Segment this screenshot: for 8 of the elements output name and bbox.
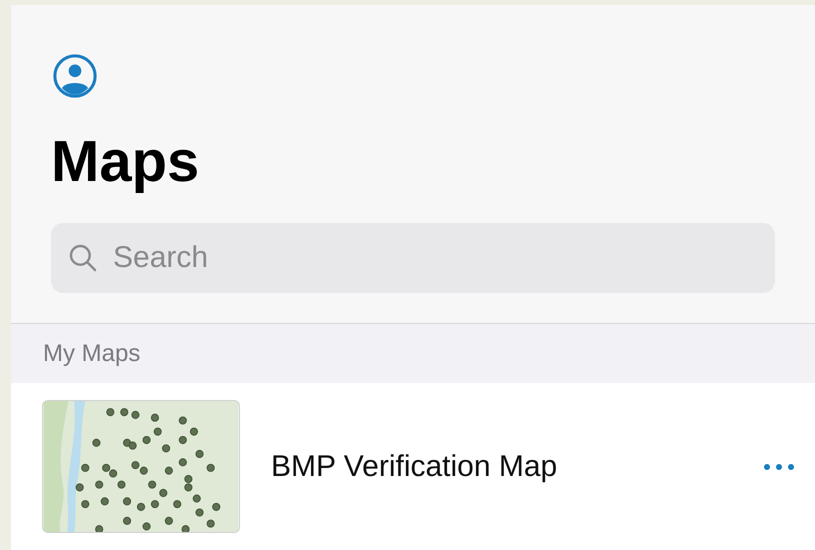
more-icon [763, 462, 795, 470]
map-list-item[interactable]: BMP Verification Map [11, 383, 815, 550]
profile-icon[interactable] [52, 53, 98, 99]
search-icon [67, 242, 99, 274]
page-title: Maps [51, 128, 200, 196]
section-header: My Maps [11, 324, 815, 383]
map-title: BMP Verification Map [271, 449, 558, 485]
search-field[interactable]: Search [51, 223, 775, 293]
